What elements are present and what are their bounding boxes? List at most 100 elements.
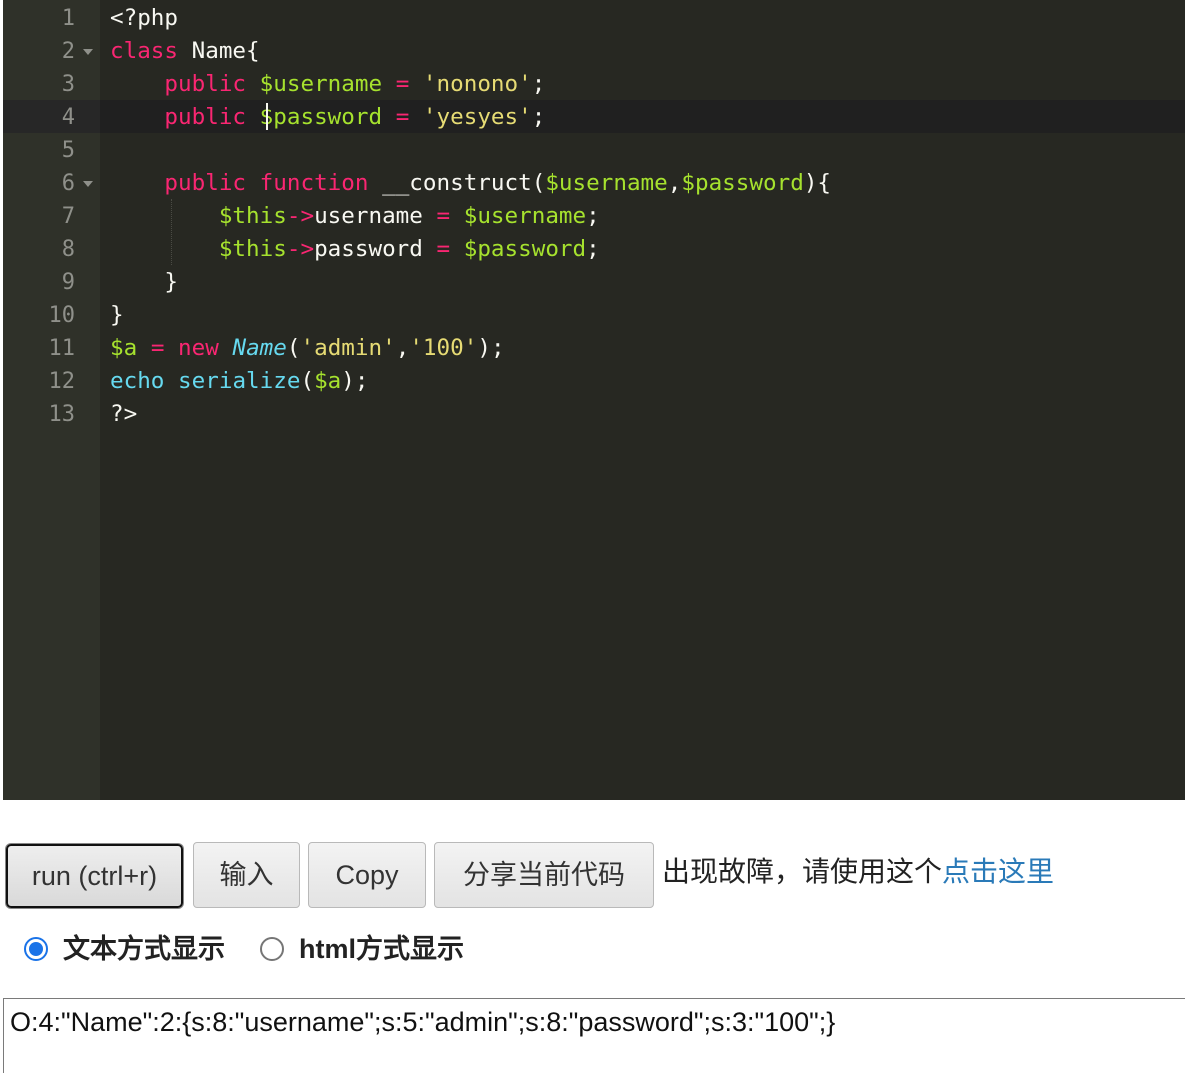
code-line[interactable]: echo serialize($a);	[110, 365, 369, 398]
code-token: 'admin'	[300, 335, 396, 361]
code-token: 'nonono'	[422, 71, 532, 97]
code-editor[interactable]: <?php class Name{ public $username = 'non…	[3, 0, 1185, 800]
code-token: =	[436, 236, 451, 262]
code-token: (	[300, 368, 315, 394]
line-number: 12	[48, 369, 76, 394]
code-token: }	[110, 269, 179, 295]
code-token: $this	[218, 236, 287, 262]
line-number: 7	[61, 204, 75, 229]
code-token: public	[164, 170, 247, 196]
code-token: $a	[110, 335, 138, 361]
text-mode-radio[interactable]	[24, 937, 48, 961]
code-line[interactable]: $a = new Name('admin','100');	[110, 332, 505, 365]
code-line[interactable]: $this->password = $password;	[110, 233, 600, 266]
code-token: ){	[803, 170, 832, 196]
line-number: 13	[48, 402, 76, 427]
code-token: =	[150, 335, 165, 361]
line-number: 6	[61, 171, 75, 196]
code-token: ->	[286, 236, 315, 262]
code-token: ,	[395, 335, 410, 361]
code-token: Name	[232, 335, 287, 361]
code-token: );	[477, 335, 505, 361]
output-box[interactable]: O:4:"Name":2:{s:8:"username";s:5:"admin"…	[3, 998, 1185, 1073]
code-token: ;	[586, 236, 600, 262]
input-button[interactable]: 输入	[193, 842, 300, 908]
text-mode-label[interactable]: 文本方式显示	[63, 930, 225, 968]
fault-notice: 出现故障，请使用这个点击这里	[662, 852, 1054, 892]
code-token: $username	[259, 71, 383, 97]
code-line[interactable]: ?>	[110, 398, 137, 431]
line-number: 2	[61, 39, 75, 64]
indent-guide	[171, 199, 172, 265]
code-token: function	[259, 170, 369, 196]
code-token: }	[110, 302, 124, 328]
line-number: 11	[48, 336, 76, 361]
fault-notice-text: 出现故障，请使用这个	[662, 856, 943, 887]
code-token: <?php	[110, 5, 179, 31]
output-text: O:4:"Name":2:{s:8:"username";s:5:"admin"…	[10, 1007, 836, 1037]
code-token: __construct(	[368, 170, 546, 196]
run-button[interactable]: run (ctrl+r)	[6, 844, 183, 908]
code-token: (	[286, 335, 301, 361]
line-number: 5	[61, 138, 75, 163]
code-token: $a	[314, 368, 342, 394]
html-mode-label[interactable]: html方式显示	[299, 930, 464, 968]
code-token: );	[341, 368, 369, 394]
fold-arrow-icon[interactable]	[83, 49, 93, 55]
fault-notice-link[interactable]: 点击这里	[942, 856, 1054, 887]
code-token: class	[110, 38, 179, 64]
code-token: Name{	[178, 38, 260, 64]
code-line[interactable]: $this->username = $username;	[110, 200, 600, 233]
code-token: $username	[463, 203, 587, 229]
text-cursor	[266, 103, 268, 130]
code-line[interactable]: <?php	[110, 2, 178, 35]
code-token: $username	[545, 170, 668, 196]
code-token: ;	[531, 104, 546, 130]
copy-button[interactable]: Copy	[308, 842, 426, 908]
code-token: new	[178, 335, 219, 361]
code-token: username	[314, 203, 423, 229]
code-line[interactable]: public $password = 'yesyes';	[110, 101, 545, 134]
code-line[interactable]: class Name{	[110, 35, 260, 68]
code-line[interactable]: public function __construct($username,$p…	[110, 167, 831, 200]
fold-arrow-icon[interactable]	[83, 181, 93, 187]
code-token: =	[436, 203, 451, 229]
code-token: ,	[667, 170, 682, 196]
code-token: serialize	[178, 368, 301, 394]
html-mode-radio[interactable]	[260, 937, 284, 961]
code-token: $password	[681, 170, 804, 196]
code-token: $this	[218, 203, 287, 229]
line-number: 8	[61, 237, 75, 262]
code-token: 'yesyes'	[422, 104, 532, 130]
code-token: =	[395, 104, 410, 130]
code-token: $password	[259, 104, 383, 130]
code-token: $password	[463, 236, 587, 262]
code-token: echo	[110, 368, 165, 394]
code-token: public	[164, 71, 247, 97]
line-number: 3	[61, 72, 75, 97]
code-token: ?>	[110, 401, 138, 427]
share-code-button[interactable]: 分享当前代码	[434, 842, 654, 908]
code-token: ->	[286, 203, 315, 229]
code-line[interactable]: public $username = 'nonono';	[110, 68, 545, 101]
code-token: password	[314, 236, 423, 262]
code-line[interactable]: }	[110, 266, 178, 299]
code-line[interactable]: }	[110, 299, 124, 332]
line-number: 9	[61, 270, 75, 295]
